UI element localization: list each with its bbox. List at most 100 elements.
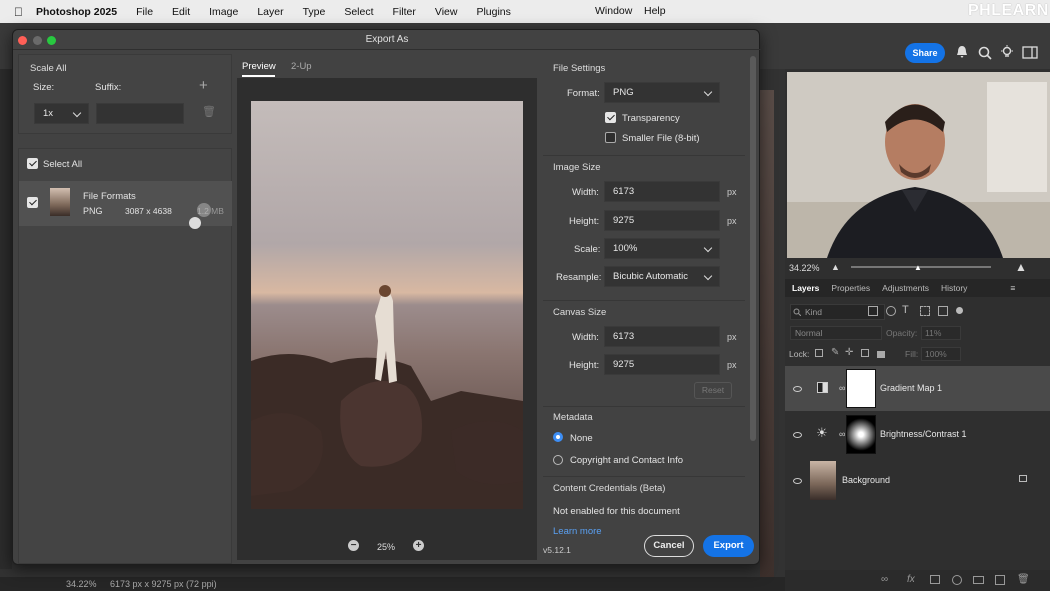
zoom-in-icon[interactable]: ▲	[1015, 260, 1027, 274]
layer-name[interactable]: Background	[842, 475, 890, 485]
menu-edit[interactable]: Edit	[172, 6, 190, 18]
layer-row[interactable]: ☀ ∞ Brightness/Contrast 1	[785, 412, 1050, 457]
share-button[interactable]: Share	[905, 43, 945, 63]
cancel-button[interactable]: Cancel	[644, 535, 694, 557]
link-layers-icon[interactable]: ∞	[881, 574, 888, 585]
add-scale-icon[interactable]: +	[199, 77, 208, 94]
new-layer-icon[interactable]	[995, 575, 1005, 585]
settings-scrollbar[interactable]	[750, 56, 756, 441]
height-input[interactable]: 9275	[604, 210, 720, 231]
file-format: PNG	[83, 206, 103, 216]
document-canvas	[760, 90, 774, 580]
menu-file[interactable]: File	[136, 6, 153, 18]
zoom-window-button[interactable]	[47, 36, 56, 45]
fx-icon[interactable]: fx	[907, 574, 915, 585]
resample-select[interactable]: Bicubic Automatic	[604, 266, 720, 287]
reset-button[interactable]: Reset	[694, 382, 732, 399]
transparency-checkbox[interactable]	[605, 112, 616, 123]
select-all-label: Select All	[43, 159, 83, 170]
blend-mode-select[interactable]: Normal	[790, 326, 882, 340]
filter-pixel-icon[interactable]	[868, 306, 878, 316]
lock-icons[interactable]: ✎ ✛	[815, 347, 887, 359]
format-select[interactable]: PNG	[604, 82, 720, 103]
menu-bar:  Photoshop 2025 File Edit Image Layer T…	[0, 0, 1050, 23]
menu-window[interactable]: Window	[595, 5, 632, 17]
size-select[interactable]: 1x	[34, 103, 89, 124]
instructor-video	[787, 72, 1050, 258]
layer-row[interactable]: Background	[785, 458, 1050, 503]
minimize-window-button[interactable]	[33, 36, 42, 45]
tab-adjustments[interactable]: Adjustments	[882, 283, 929, 293]
visibility-eye-icon[interactable]	[793, 478, 802, 484]
trash-icon[interactable]: 🗑	[202, 105, 216, 118]
layer-row[interactable]: ∞ Gradient Map 1	[785, 366, 1050, 411]
adjustment-layer-icon[interactable]	[952, 575, 962, 585]
delete-layer-icon[interactable]: 🗑	[1017, 574, 1030, 585]
divider	[543, 476, 745, 477]
width-input[interactable]: 6173	[604, 181, 720, 202]
lock-move-icon[interactable]: ✛	[845, 347, 853, 358]
zoom-out-button[interactable]: −	[348, 540, 359, 551]
navigator-zoom: 34.22%	[789, 263, 820, 273]
zoom-out-icon[interactable]: ▲	[831, 262, 840, 272]
search-icon[interactable]	[978, 46, 992, 60]
select-all-checkbox[interactable]	[27, 158, 38, 169]
export-button[interactable]: Export	[703, 535, 754, 557]
opacity-field[interactable]: 11%	[921, 326, 961, 340]
filter-type-icon[interactable]: T	[902, 304, 909, 316]
menu-help[interactable]: Help	[644, 5, 666, 17]
canvas-width-input[interactable]: 6173	[604, 326, 720, 347]
menu-filter[interactable]: Filter	[393, 6, 416, 18]
menu-layer[interactable]: Layer	[257, 6, 283, 18]
lightbulb-icon[interactable]	[1000, 45, 1014, 59]
lock-all-icon[interactable]	[877, 351, 885, 358]
visibility-eye-icon[interactable]	[793, 386, 802, 392]
width-unit: px	[727, 187, 737, 197]
group-icon[interactable]	[973, 576, 984, 584]
panel-tabs: Layers Properties Adjustments History ≡	[785, 279, 1050, 297]
credentials-header: Content Credentials (Beta)	[553, 483, 666, 494]
zoom-slider-handle[interactable]: ▲	[914, 263, 922, 272]
lock-artboard-icon[interactable]	[861, 349, 869, 357]
menu-select[interactable]: Select	[344, 6, 373, 18]
tab-2up[interactable]: 2-Up	[291, 61, 312, 72]
layer-filter-icons[interactable]: T	[868, 304, 963, 318]
tab-preview[interactable]: Preview	[242, 61, 276, 72]
gradient-map-icon	[817, 382, 828, 393]
menu-app[interactable]: Photoshop 2025	[36, 6, 117, 18]
learn-more-link[interactable]: Learn more	[553, 526, 602, 537]
scale-select[interactable]: 100%	[604, 238, 720, 259]
apple-icon[interactable]: 	[14, 5, 23, 19]
metadata-none-radio[interactable]	[553, 432, 563, 442]
workspace-icon[interactable]	[1022, 46, 1038, 59]
lock-paint-icon[interactable]: ✎	[831, 347, 839, 358]
menu-image[interactable]: Image	[209, 6, 238, 18]
tab-properties[interactable]: Properties	[831, 283, 870, 293]
add-mask-icon[interactable]	[930, 575, 940, 584]
suffix-input[interactable]	[96, 103, 184, 124]
tab-history[interactable]: History	[941, 283, 967, 293]
menu-view[interactable]: View	[435, 6, 458, 18]
panel-menu-icon[interactable]: ≡	[1010, 283, 1015, 293]
filter-smart-icon[interactable]	[938, 306, 948, 316]
smaller-file-checkbox[interactable]	[605, 132, 616, 143]
lock-transparent-icon[interactable]	[815, 349, 823, 357]
zoom-in-button[interactable]: +	[413, 540, 424, 551]
tab-layers[interactable]: Layers	[792, 283, 819, 293]
filter-adjustment-icon[interactable]	[886, 306, 896, 316]
metadata-copyright-radio[interactable]	[553, 455, 563, 465]
bell-icon[interactable]	[955, 45, 969, 59]
fill-field[interactable]: 100%	[921, 347, 961, 361]
menu-type[interactable]: Type	[303, 6, 326, 18]
visibility-eye-icon[interactable]	[793, 432, 802, 438]
filter-toggle-icon[interactable]	[956, 307, 963, 314]
file-item-checkbox[interactable]	[27, 197, 38, 208]
menu-plugins[interactable]: Plugins	[476, 6, 510, 18]
filter-shape-icon[interactable]	[920, 306, 930, 316]
canvas-height-input[interactable]: 9275	[604, 354, 720, 375]
layer-name[interactable]: Gradient Map 1	[880, 383, 942, 393]
layer-name[interactable]: Brightness/Contrast 1	[880, 429, 967, 439]
metadata-header: Metadata	[553, 412, 593, 423]
file-item[interactable]: File Formats PNG 3087 x 4638 1.2 MB	[19, 181, 232, 229]
close-window-button[interactable]	[18, 36, 27, 45]
